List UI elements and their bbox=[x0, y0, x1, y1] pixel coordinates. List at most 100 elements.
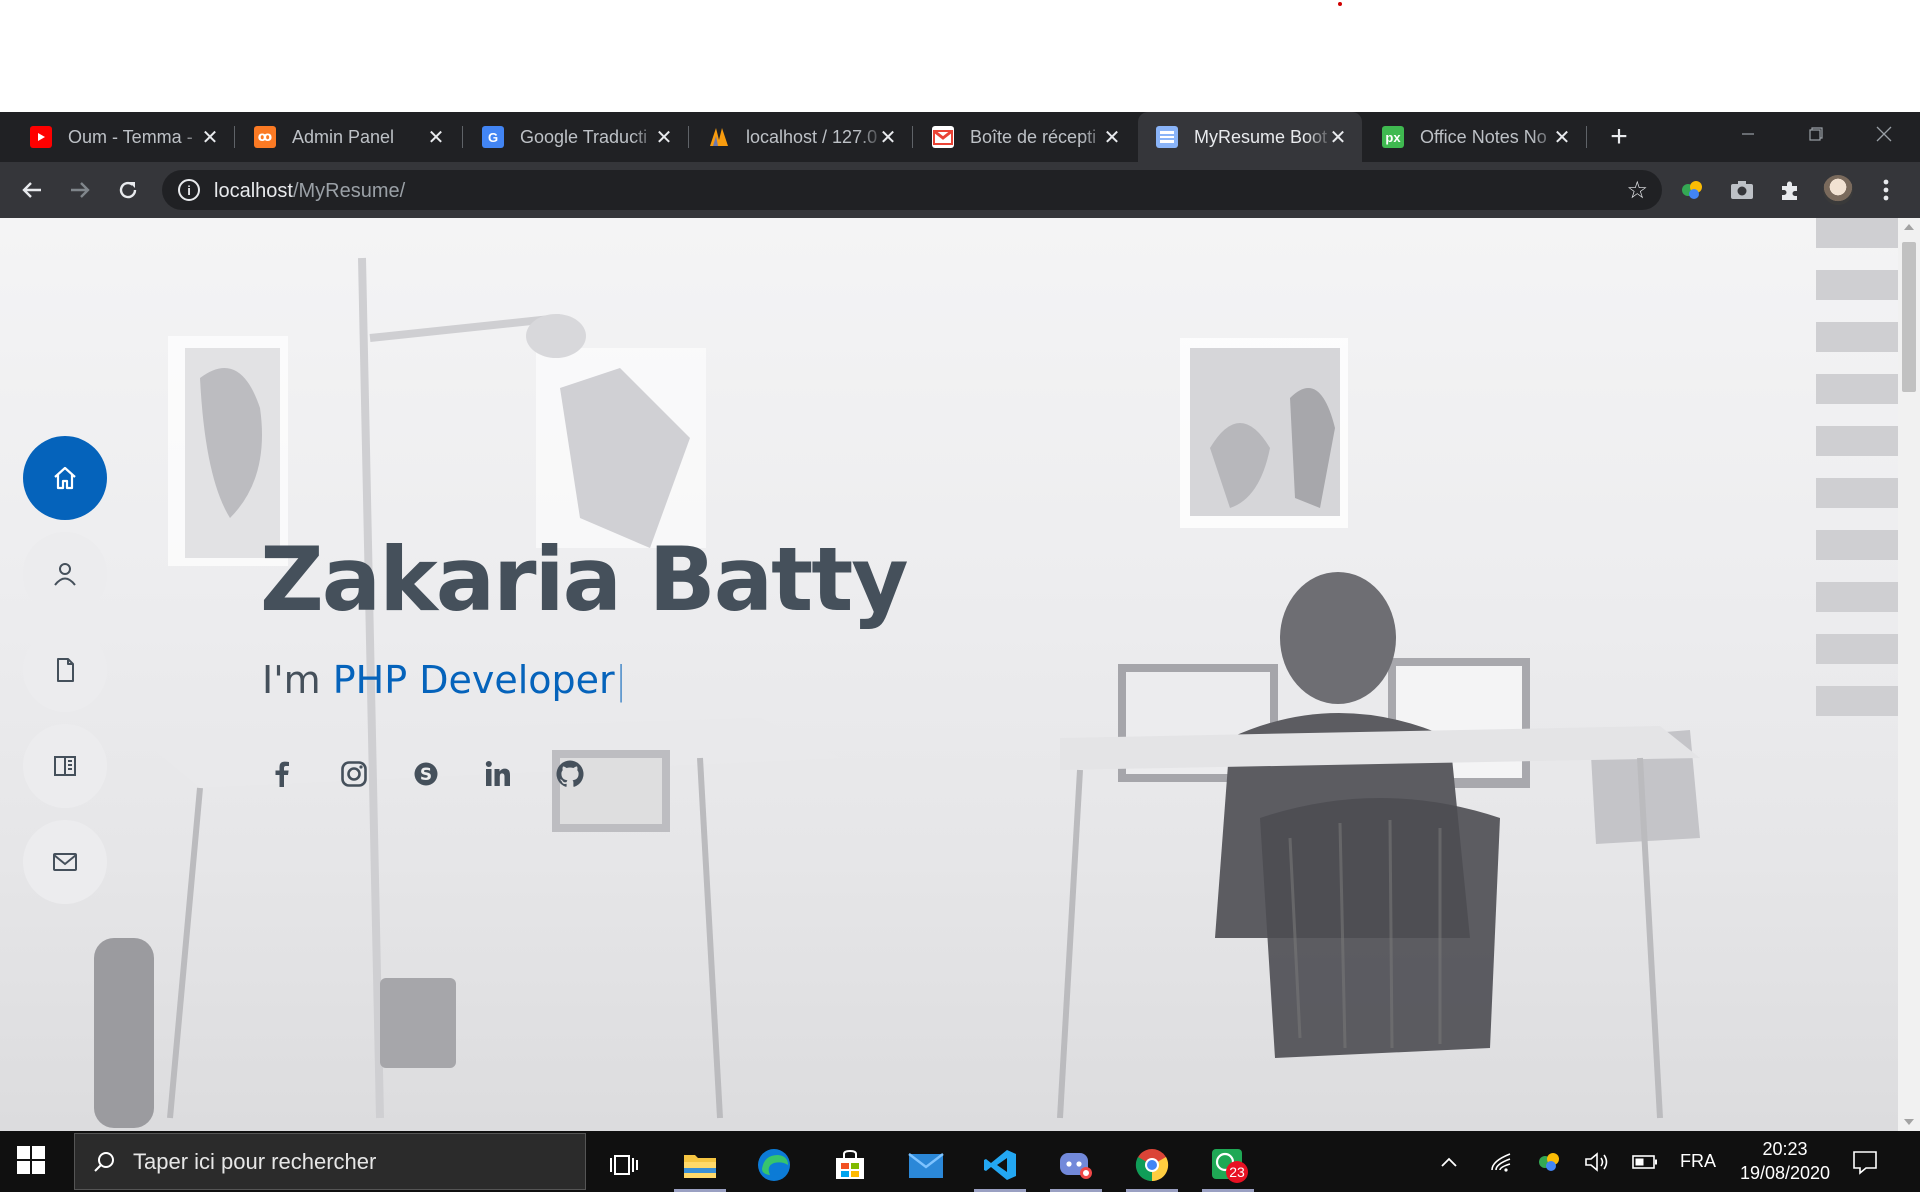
nav-portfolio-button[interactable] bbox=[23, 724, 107, 808]
new-tab-button[interactable]: + bbox=[1604, 120, 1634, 153]
mail-icon bbox=[908, 1152, 944, 1178]
scroll-down-icon[interactable] bbox=[1904, 1119, 1914, 1125]
skype-link[interactable]: S bbox=[408, 756, 444, 792]
info-icon[interactable]: i bbox=[178, 179, 200, 201]
show-hidden-icons-button[interactable] bbox=[1440, 1131, 1470, 1192]
taskbar-search[interactable]: Taper ici pour rechercher bbox=[74, 1133, 586, 1190]
clock-time: 20:23 bbox=[1762, 1139, 1808, 1159]
nav-home-button[interactable] bbox=[23, 436, 107, 520]
tab-office-notes[interactable]: px Office Notes No ✕ bbox=[1364, 112, 1586, 162]
tab-admin-panel[interactable]: ꝏ Admin Panel ✕ bbox=[236, 112, 460, 162]
nav-about-button[interactable] bbox=[23, 532, 107, 616]
svg-text:S: S bbox=[420, 765, 432, 785]
google-translate-icon: G bbox=[482, 126, 504, 148]
close-icon[interactable]: ✕ bbox=[198, 125, 222, 149]
extensions-button[interactable] bbox=[1774, 174, 1806, 206]
tab-google-translate[interactable]: G Google Traducti ✕ bbox=[464, 112, 688, 162]
chrome-app[interactable] bbox=[1120, 1137, 1184, 1192]
tab-separator bbox=[234, 126, 235, 148]
scroll-up-icon[interactable] bbox=[1904, 224, 1914, 230]
bookmark-star-icon[interactable]: ☆ bbox=[1626, 176, 1648, 205]
notification-icon bbox=[1853, 1150, 1877, 1175]
desktop-strip bbox=[0, 0, 1920, 112]
back-button[interactable] bbox=[16, 174, 48, 206]
file-explorer-icon bbox=[684, 1154, 716, 1178]
person-icon bbox=[54, 563, 76, 586]
url-path: /MyResume/ bbox=[292, 180, 406, 202]
screenshot-extension-button[interactable] bbox=[1726, 174, 1758, 206]
file-icon bbox=[57, 658, 74, 682]
instagram-icon bbox=[341, 761, 367, 787]
camera-icon bbox=[1731, 181, 1753, 199]
task-view-icon bbox=[610, 1154, 638, 1175]
nav-resume-button[interactable] bbox=[23, 628, 107, 712]
facebook-link[interactable] bbox=[264, 756, 300, 792]
network-status[interactable] bbox=[1490, 1131, 1520, 1192]
envelope-icon bbox=[53, 853, 77, 871]
page-scrollbar[interactable] bbox=[1898, 218, 1920, 1131]
instagram-link[interactable] bbox=[336, 756, 372, 792]
github-icon bbox=[556, 760, 584, 787]
colorful-extension-icon bbox=[1682, 181, 1702, 199]
close-icon[interactable]: ✕ bbox=[1326, 125, 1350, 149]
skype-icon: S bbox=[414, 762, 438, 786]
reload-icon bbox=[119, 181, 137, 199]
tray-extension[interactable] bbox=[1536, 1131, 1566, 1192]
profile-button[interactable] bbox=[1822, 174, 1854, 206]
tab-phpmyadmin[interactable]: localhost / 127.0 ✕ bbox=[690, 112, 912, 162]
close-icon[interactable]: ✕ bbox=[876, 125, 900, 149]
tab-gmail[interactable]: Boîte de récepti ✕ bbox=[914, 112, 1136, 162]
close-icon[interactable]: ✕ bbox=[424, 125, 448, 149]
task-view-button[interactable] bbox=[592, 1137, 656, 1192]
discord-app[interactable] bbox=[1044, 1137, 1108, 1192]
notification-badge: 23 bbox=[1226, 1161, 1248, 1183]
minimize-button[interactable] bbox=[1714, 112, 1782, 156]
volume-control[interactable] bbox=[1584, 1131, 1614, 1192]
close-icon[interactable]: ✕ bbox=[1550, 125, 1574, 149]
chrome-icon bbox=[1135, 1148, 1169, 1181]
linkedin-link[interactable] bbox=[480, 756, 516, 792]
colorful-tray-icon bbox=[1539, 1152, 1559, 1171]
tab-myresume[interactable]: MyResume Boot ✕ bbox=[1138, 112, 1362, 162]
tab-title: localhost / 127.0 bbox=[746, 126, 878, 147]
xampp-icon: ꝏ bbox=[254, 126, 276, 148]
speaker-icon bbox=[1585, 1151, 1608, 1172]
tab-youtube[interactable]: Oum - Temma - ✕ bbox=[12, 112, 234, 162]
close-icon[interactable]: ✕ bbox=[1100, 125, 1124, 149]
vscode-app[interactable] bbox=[968, 1137, 1032, 1192]
book-icon bbox=[54, 756, 76, 776]
language-indicator[interactable]: FRA bbox=[1680, 1131, 1720, 1192]
clock-date: 19/08/2020 bbox=[1739, 1163, 1831, 1183]
file-explorer-app[interactable] bbox=[668, 1137, 732, 1192]
browser-menu-button[interactable] bbox=[1870, 174, 1902, 206]
phpmyadmin-icon bbox=[708, 126, 730, 148]
gmail-icon bbox=[932, 126, 954, 148]
site-favicon-icon bbox=[1156, 126, 1178, 148]
github-link[interactable] bbox=[552, 756, 588, 792]
restore-button[interactable] bbox=[1782, 112, 1850, 156]
system-clock[interactable]: 20:23 19/08/2020 bbox=[1730, 1137, 1840, 1185]
reload-button[interactable] bbox=[112, 174, 144, 206]
close-window-button[interactable] bbox=[1850, 112, 1918, 156]
scrollbar-thumb[interactable] bbox=[1902, 242, 1916, 392]
extension-button[interactable] bbox=[1676, 174, 1708, 206]
address-bar[interactable]: i localhost/MyResume/ ☆ bbox=[162, 170, 1662, 210]
action-center-button[interactable] bbox=[1852, 1131, 1892, 1192]
wifi-icon bbox=[1491, 1152, 1511, 1172]
forward-button[interactable] bbox=[64, 174, 96, 206]
discord-icon bbox=[1060, 1152, 1092, 1179]
battery-status[interactable] bbox=[1632, 1131, 1662, 1192]
mail-app[interactable] bbox=[894, 1137, 958, 1192]
start-button[interactable] bbox=[16, 1145, 48, 1177]
close-icon bbox=[1876, 126, 1892, 142]
edge-app[interactable] bbox=[742, 1137, 806, 1192]
close-icon[interactable]: ✕ bbox=[652, 125, 676, 149]
store-app[interactable] bbox=[818, 1137, 882, 1192]
whatsapp-app[interactable]: 23 bbox=[1196, 1137, 1260, 1192]
nav-contact-button[interactable] bbox=[23, 820, 107, 904]
search-placeholder: Taper ici pour rechercher bbox=[133, 1148, 377, 1174]
tab-title: Google Traducti bbox=[520, 126, 648, 147]
tab-title: MyResume Boot bbox=[1194, 126, 1328, 147]
url-text[interactable]: localhost/MyResume/ bbox=[214, 180, 405, 203]
browser-toolbar: i localhost/MyResume/ ☆ bbox=[0, 162, 1920, 218]
